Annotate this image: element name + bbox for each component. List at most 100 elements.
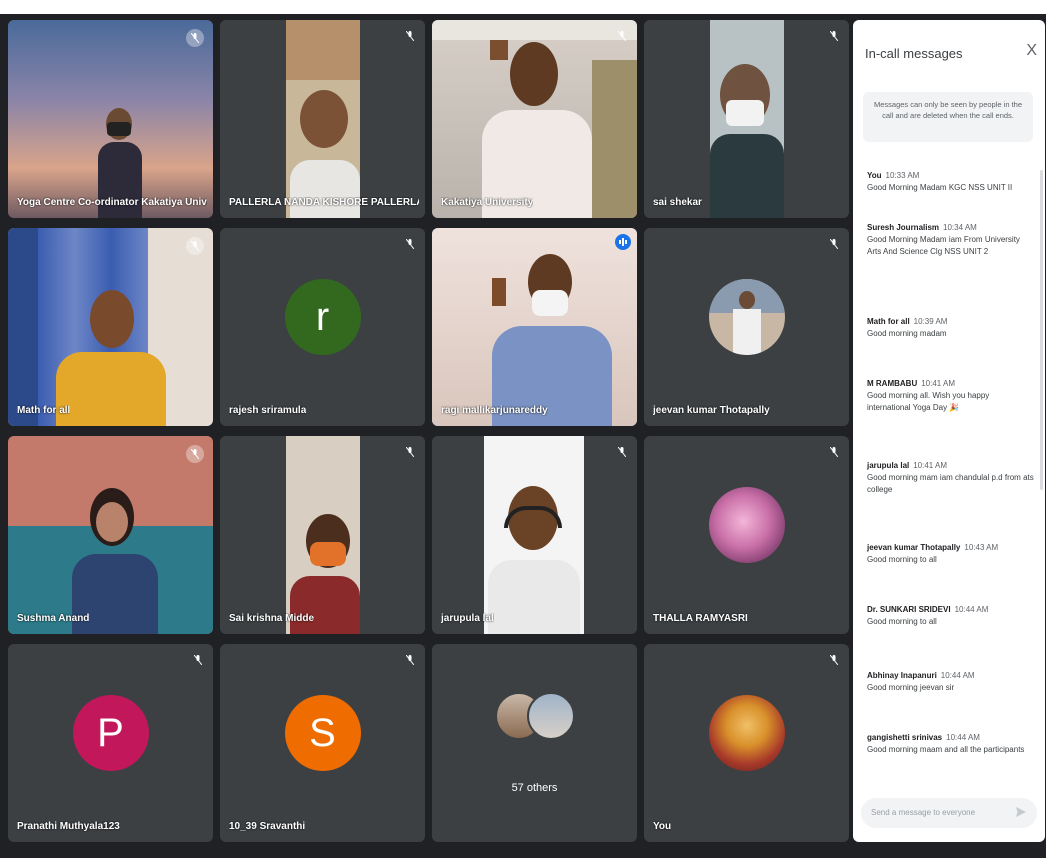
message-time: 10:43 AM [964,543,999,552]
mic-off-icon [404,29,416,43]
participant-video [8,436,213,634]
participant-name: THALLA RAMYASRI [653,613,748,624]
message-text: Good morning to all [867,617,937,626]
chat-message: jarupula lal 10:41 AM Good morning mam ia… [867,460,1035,496]
participant-video [644,20,849,218]
message-sender: jarupula lal [867,461,910,470]
mic-off-icon [616,445,628,459]
participant-tile[interactable]: THALLA RAMYASRI [644,436,849,634]
participant-tile[interactable]: jeevan kumar Thotapally [644,228,849,426]
mic-off-icon [186,237,204,255]
participant-name: You [653,821,672,832]
participant-tile[interactable]: P Pranathi Muthyala123 [8,644,213,842]
message-time: 10:44 AM [954,605,989,614]
close-icon[interactable]: X [1026,42,1037,60]
participant-tile[interactable]: Kakatiya University [432,20,637,218]
message-time: 10:33 AM [885,171,920,180]
message-text: Good morning maam and all the participan… [867,745,1025,754]
avatar [708,695,785,771]
participant-video [220,20,425,218]
participant-tile[interactable]: S 10_39 Sravanthi [220,644,425,842]
message-time: 10:39 AM [913,317,948,326]
chat-message: Suresh Journalism 10:34 AM Good Morning M… [867,222,1035,258]
participant-tile[interactable]: r rajesh sriramula [220,228,425,426]
participant-video [432,436,637,634]
chat-message: jeevan kumar Thotapally 10:43 AM Good mor… [867,542,1035,566]
participant-name: Kakatiya University [441,197,534,208]
message-sender: M RAMBABU [867,379,918,388]
in-call-messages-panel: In-call messages X Messages can only be … [853,20,1045,842]
mic-off-icon [828,653,840,667]
mic-off-icon [828,237,840,251]
participant-tile[interactable]: Sai krishna Midde [220,436,425,634]
message-input[interactable]: Send a message to everyone [861,798,1037,828]
participant-tile[interactable]: Math for all [8,228,213,426]
participant-name: 10_39 Sravanthi [229,821,306,832]
participant-name: jarupula lal [441,613,494,624]
participant-name: ragi mallikarjunareddy [441,405,548,416]
message-time: 10:44 AM [946,733,980,742]
participant-tile[interactable]: PALLERLA NANDA KISHORE PALLERLA NANDA KI… [220,20,425,218]
avatar: r [284,279,361,355]
participant-name: Yoga Centre Co-ordinator Kakatiya Univer… [17,197,207,208]
participant-name: sai shekar [653,197,702,208]
participant-name: PALLERLA NANDA KISHORE PALLERLA NANDA KI… [229,197,419,208]
participant-video [220,436,425,634]
mic-off-icon [186,445,204,463]
mic-off-icon [616,29,628,43]
mic-off-icon [404,237,416,251]
message-text: Good Morning Madam KGC NSS UNIT II [867,183,1013,192]
chat-message: Abhinay Inapanuri 10:44 AM Good morning j… [867,670,1035,694]
avatar [708,279,785,355]
others-avatars [494,692,575,740]
participant-name: Pranathi Muthyala123 [17,821,120,832]
message-text: Good Morning Madam iam From University A… [867,235,1020,256]
message-sender: Math for all [867,317,910,326]
chat-message: Dr. SUNKARI SRIDEVI 10:44 AM Good morning… [867,604,1035,628]
participant-tile[interactable]: Sushma Anand [8,436,213,634]
participant-grid: Yoga Centre Co-ordinator Kakatiya Univer… [8,20,849,842]
participant-name: Sushma Anand [17,613,90,624]
participant-tile-active-speaker[interactable]: ragi mallikarjunareddy [432,228,637,426]
mic-off-icon [828,29,840,43]
message-text: Good morning all. Wish you happy interna… [867,391,990,412]
participant-name: jeevan kumar Thotapally [653,405,770,416]
top-bar [0,0,1046,14]
participant-video [432,228,637,426]
participant-tile[interactable]: sai shekar [644,20,849,218]
mic-off-icon [404,653,416,667]
avatar [708,487,785,563]
scrollbar[interactable] [1040,170,1043,490]
participant-tile[interactable]: jarupula lal [432,436,637,634]
mic-off-icon [186,29,204,47]
chat-info-notice: Messages can only be seen by people in t… [863,92,1033,142]
message-input-placeholder: Send a message to everyone [871,808,976,817]
others-count: 57 others [511,782,558,794]
chat-message: You 10:33 AM Good Morning Madam KGC NSS U… [867,170,1035,194]
participant-tile-self[interactable]: You [644,644,849,842]
message-time: 10:41 AM [921,379,956,388]
panel-title: In-call messages [865,46,963,61]
mic-off-icon [404,445,416,459]
chat-message: Math for all 10:39 AM Good morning madam [867,316,1035,340]
chat-message: gangishetti srinivas 10:44 AM Good mornin… [867,732,1035,756]
participant-tile[interactable]: Yoga Centre Co-ordinator Kakatiya Univer… [8,20,213,218]
message-text: Good morning madam [867,329,947,338]
avatar: P [72,695,149,771]
participant-name: rajesh sriramula [229,405,307,416]
others-tile[interactable]: 57 others [432,644,637,842]
speaking-indicator-icon [615,234,631,250]
mic-off-icon [192,653,204,667]
message-time: 10:44 AM [940,671,975,680]
message-sender: You [867,171,882,180]
message-text: Good morning to all [867,555,937,564]
message-sender: Suresh Journalism [867,223,940,232]
message-sender: jeevan kumar Thotapally [867,543,961,552]
message-sender: gangishetti srinivas [867,733,943,742]
celebration-emoji-icon: 🎉 [949,403,960,412]
send-icon[interactable] [1015,806,1027,818]
message-text: Good morning jeevan sir [867,683,955,692]
participant-name: Math for all [17,405,71,416]
participant-name: Sai krishna Midde [229,613,315,624]
avatar [526,692,575,740]
